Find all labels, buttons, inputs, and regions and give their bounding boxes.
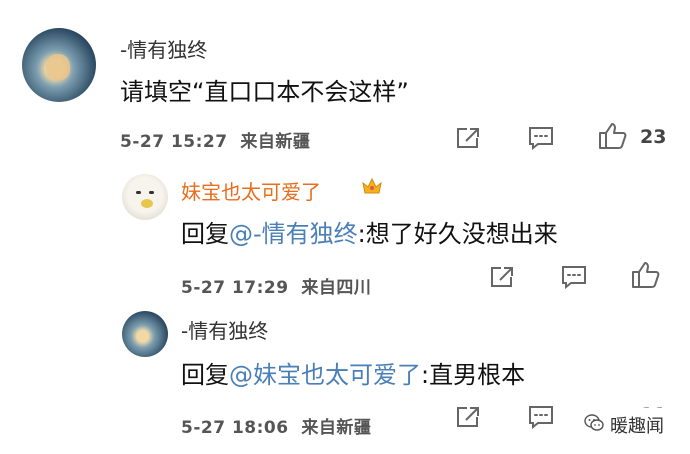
timestamp: 5-27 17:29: [181, 278, 289, 298]
mention-link[interactable]: @-情有独终: [229, 220, 358, 248]
vip-crown-icon: [361, 177, 383, 195]
comment-text: 请填空“直口口本不会这样”: [120, 78, 409, 106]
like-count: 23: [640, 126, 667, 148]
watermark: 暖趣闻: [580, 408, 688, 438]
avatar[interactable]: [122, 174, 168, 220]
location: 来自新疆: [240, 132, 311, 152]
avatar[interactable]: [122, 311, 168, 357]
comment-thread: -情有独终 请填空“直口口本不会这样” 5-27 15:27 来自新疆 23 妹…: [0, 0, 690, 454]
comment-meta: 5-27 17:29 来自四川: [181, 273, 371, 298]
reply-prefix: 回复: [181, 361, 229, 389]
comment-meta: 5-27 15:27 来自新疆: [120, 127, 310, 152]
share-icon[interactable]: [489, 265, 515, 289]
username[interactable]: 妹宝也太可爱了: [181, 176, 321, 205]
reply-body: :想了好久没想出来: [357, 220, 558, 248]
mention-link[interactable]: @妹宝也太可爱了: [229, 361, 421, 389]
reply-body: :直男根本: [421, 361, 526, 389]
share-icon[interactable]: [455, 126, 481, 150]
share-icon[interactable]: [455, 405, 481, 429]
wechat-logo-icon: [584, 414, 604, 432]
timestamp: 5-27 15:27: [120, 132, 228, 152]
watermark-text: 暖趣闻: [610, 416, 664, 437]
like-icon[interactable]: [631, 261, 661, 289]
comment-icon[interactable]: [528, 405, 554, 429]
location: 来自四川: [301, 278, 372, 298]
comment-icon[interactable]: [528, 126, 554, 150]
reply-prefix: 回复: [181, 220, 229, 248]
timestamp: 5-27 18:06: [181, 418, 289, 438]
avatar[interactable]: [22, 28, 96, 102]
username[interactable]: -情有独终: [181, 315, 268, 344]
comment-meta: 5-27 18:06 来自新疆: [181, 413, 371, 438]
like-icon[interactable]: [598, 122, 628, 150]
location: 来自新疆: [301, 418, 372, 438]
reply-text: 回复@-情有独终:想了好久没想出来: [181, 214, 558, 249]
reply-text: 回复@妹宝也太可爱了:直男根本: [181, 355, 525, 390]
comment-icon[interactable]: [561, 265, 587, 289]
username[interactable]: -情有独终: [120, 34, 207, 63]
